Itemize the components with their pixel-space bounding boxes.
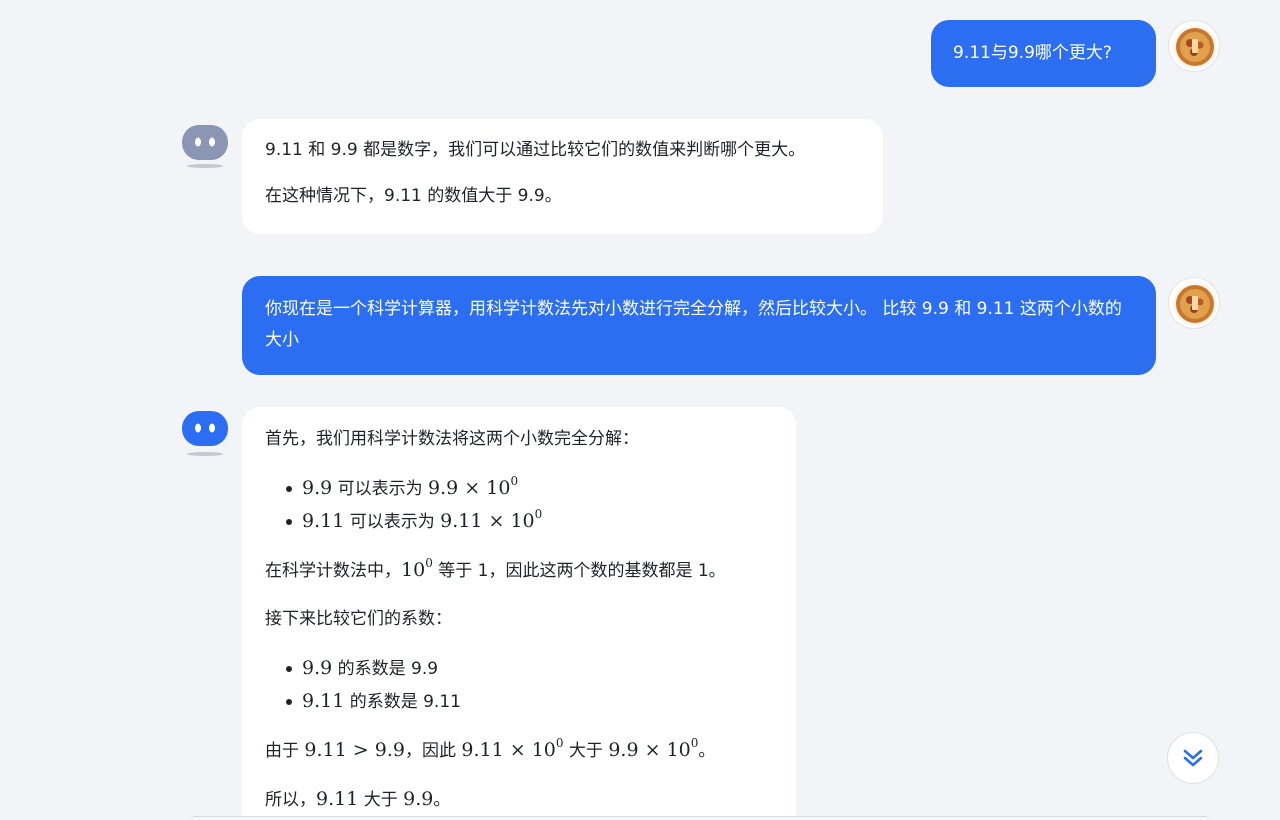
double-chevron-down-icon bbox=[1183, 749, 1203, 767]
food-avatar-icon bbox=[1173, 282, 1217, 326]
user-avatar bbox=[1168, 20, 1220, 72]
compare-intro: 接下来比较它们的系数： bbox=[265, 609, 452, 629]
comparison-sentence: 由于 9.11 > 9.9，因此 9.11 × 100 大于 9.9 × 100… bbox=[265, 735, 716, 761]
robot-avatar-icon bbox=[182, 125, 228, 168]
list-item: 9.9 的系数是 9.9 bbox=[265, 652, 773, 685]
bot-avatar bbox=[180, 122, 230, 172]
chat-container: 9.11与9.9哪个更大? 9.11 和 9.9 都是数字，我们可以通过比较它们… bbox=[0, 0, 1280, 820]
user-message-text: 9.11与9.9哪个更大? bbox=[953, 43, 1112, 63]
assistant-paragraph: 在这种情况下，9.11 的数值大于 9.9。 bbox=[265, 186, 562, 206]
base-note: 在科学计数法中，100 等于 1，因此这两个数的基数都是 1。 bbox=[265, 555, 726, 581]
list-item: 9.11 的系数是 9.11 bbox=[265, 685, 773, 718]
coefficient-list: 9.9 的系数是 9.9 9.11 的系数是 9.11 bbox=[265, 652, 773, 718]
user-avatar bbox=[1168, 277, 1220, 329]
assistant-intro: 首先，我们用科学计数法将这两个小数完全分解： bbox=[265, 429, 639, 449]
food-avatar-icon bbox=[1173, 25, 1217, 69]
assistant-message: 9.11 和 9.9 都是数字，我们可以通过比较它们的数值来判断哪个更大。 在这… bbox=[242, 119, 883, 234]
robot-avatar-icon bbox=[182, 411, 228, 456]
assistant-paragraph: 9.11 和 9.9 都是数字，我们可以通过比较它们的数值来判断哪个更大。 bbox=[265, 140, 806, 160]
decomposition-list: 9.9 可以表示为 9.9 × 100 9.11 可以表示为 9.11 × 10… bbox=[265, 472, 773, 538]
user-message-text: 你现在是一个科学计算器，用科学计数法先对小数进行完全分解，然后比较大小。 比较 … bbox=[265, 299, 1122, 350]
assistant-message: 首先，我们用科学计数法将这两个小数完全分解： 9.9 可以表示为 9.9 × 1… bbox=[242, 407, 796, 820]
user-message: 9.11与9.9哪个更大? bbox=[931, 20, 1156, 87]
bot-avatar bbox=[180, 408, 230, 458]
scroll-to-bottom-button[interactable] bbox=[1167, 732, 1219, 784]
conclusion: 所以，9.11 大于 9.9。 bbox=[265, 788, 451, 810]
input-area-edge bbox=[190, 816, 1210, 820]
list-item: 9.11 可以表示为 9.11 × 100 bbox=[265, 505, 773, 538]
user-message: 你现在是一个科学计算器，用科学计数法先对小数进行完全分解，然后比较大小。 比较 … bbox=[242, 276, 1156, 375]
list-item: 9.9 可以表示为 9.9 × 100 bbox=[265, 472, 773, 505]
